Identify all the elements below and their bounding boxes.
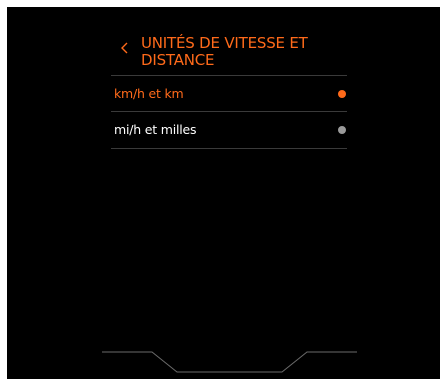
radio-unselected-icon[interactable] bbox=[338, 126, 346, 134]
option-row-km[interactable]: km/h et km bbox=[111, 76, 347, 112]
option-label: km/h et km bbox=[114, 86, 184, 101]
page-title: UNITÉS DE VITESSE ET DISTANCE bbox=[141, 34, 308, 69]
option-label: mi/h et milles bbox=[114, 122, 197, 137]
radio-selected-icon[interactable] bbox=[338, 90, 346, 98]
bottom-decoration bbox=[102, 351, 357, 373]
screen-frame: UNITÉS DE VITESSE ET DISTANCE km/h et km… bbox=[7, 7, 440, 379]
option-row-miles[interactable]: mi/h et milles bbox=[111, 112, 347, 148]
header: UNITÉS DE VITESSE ET DISTANCE bbox=[115, 35, 355, 79]
divider bbox=[111, 148, 347, 149]
chevron-left-icon[interactable] bbox=[119, 39, 135, 59]
